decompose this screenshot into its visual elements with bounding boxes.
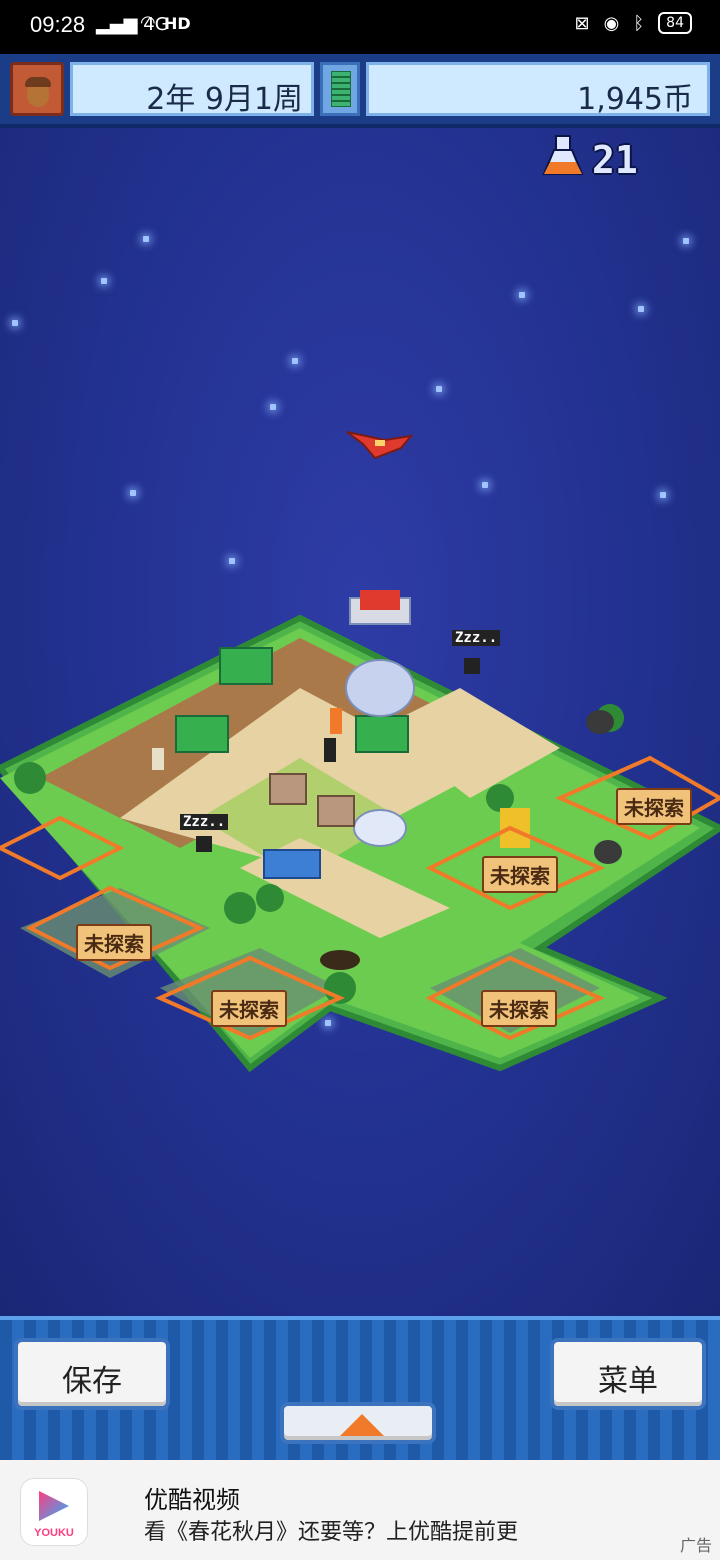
bottom-controls: 保存 菜单: [0, 1316, 720, 1464]
game-map-area[interactable]: 21 未探索 未探索 未探索 未探索 未探索 Zzz.. Zzz..: [0, 128, 720, 1316]
unexplored-plot-label[interactable]: 未探索: [211, 990, 287, 1027]
ad-tag: 广告: [679, 1536, 712, 1555]
play-icon: [39, 1491, 69, 1521]
menu-button[interactable]: 菜单: [550, 1338, 706, 1410]
battery-indicator: 84: [658, 12, 692, 34]
lock-icon: ◉: [603, 12, 620, 34]
ad-description: 看《春花秋月》还要等？上优酷提前更: [144, 1520, 519, 1545]
nfc-icon: ⊠: [574, 12, 590, 34]
game-top-bar: 2年 9月1周 1,945币: [0, 54, 720, 128]
expand-button[interactable]: [280, 1402, 436, 1444]
status-bar: 09:28 ▂▄▆ 4G ◠ HD ⊠ ◉ ᛒ 84: [0, 0, 720, 54]
sleep-indicator: Zzz..: [452, 630, 501, 646]
bluetooth-icon: ᛒ: [633, 12, 645, 34]
money-panel: 1,945币: [366, 62, 710, 117]
ad-brand: YOUKU: [34, 1527, 74, 1539]
unexplored-plot-label[interactable]: 未探索: [481, 990, 557, 1027]
date-panel: 2年 9月1周: [70, 62, 314, 117]
hd-label: HD: [164, 14, 191, 33]
money-value: 1,945币: [577, 82, 693, 117]
ad-banner[interactable]: YOUKU 优酷视频 看《春花秋月》还要等？上优酷提前更 广告: [0, 1460, 720, 1560]
save-button-label: 保存: [62, 1364, 122, 1399]
unexplored-plot-label[interactable]: 未探索: [76, 924, 152, 961]
ad-title: 优酷视频: [144, 1486, 240, 1514]
arrow-up-icon: [340, 1414, 384, 1436]
unexplored-plot-label[interactable]: 未探索: [616, 788, 692, 825]
sleep-indicator: Zzz..: [180, 814, 229, 830]
island-map: [0, 590, 720, 1073]
unexplored-plot-label[interactable]: 未探索: [482, 856, 558, 893]
wifi-icon: ◠: [140, 12, 156, 33]
menu-button-label: 菜单: [598, 1364, 658, 1399]
acorn-icon[interactable]: [10, 62, 64, 116]
signal-icon: ▂▄▆ 4G: [96, 14, 169, 35]
youku-logo[interactable]: YOUKU: [20, 1478, 88, 1546]
game-date: 2年 9月1周: [146, 82, 303, 117]
status-time: 09:28: [30, 12, 86, 37]
stack-icon[interactable]: [320, 62, 360, 116]
save-button[interactable]: 保存: [14, 1338, 170, 1410]
